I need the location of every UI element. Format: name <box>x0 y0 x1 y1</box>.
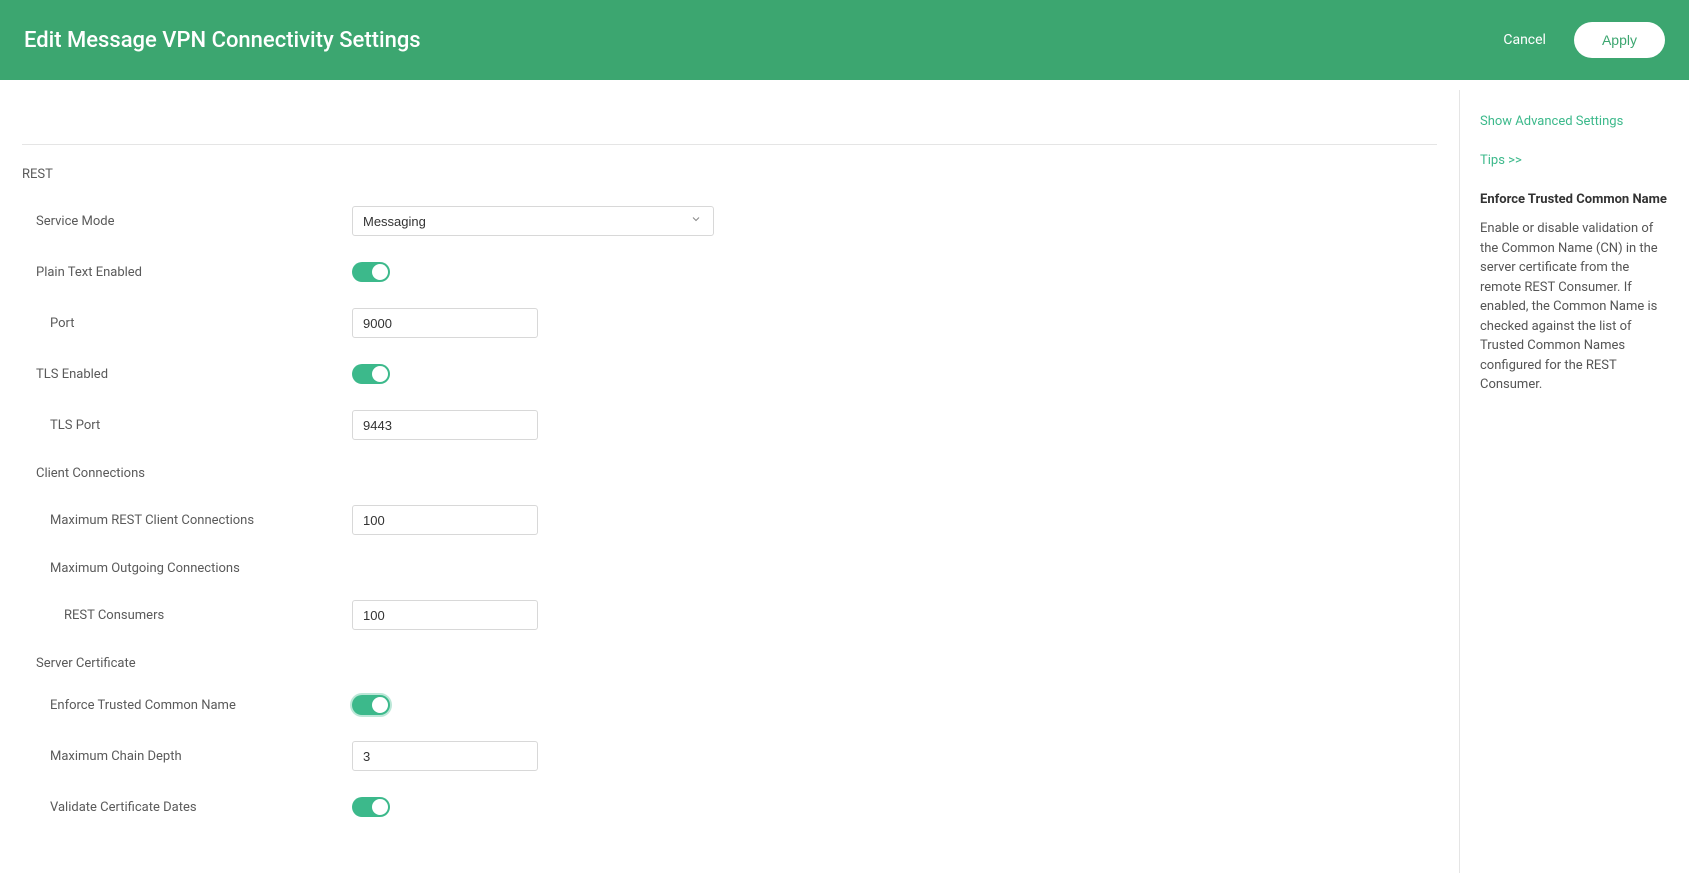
section-rest-title: REST <box>22 167 1437 182</box>
max-outgoing-label: Maximum Outgoing Connections <box>22 561 1437 576</box>
field-port: Port <box>22 308 1437 338</box>
tips-link[interactable]: Tips >> <box>1480 153 1669 168</box>
toggle-knob <box>372 264 388 280</box>
help-body: Enable or disable validation of the Comm… <box>1480 219 1669 395</box>
plain-text-enabled-toggle[interactable] <box>352 262 390 282</box>
field-validate-cert-dates: Validate Certificate Dates <box>22 797 1437 817</box>
tls-port-input[interactable] <box>352 410 538 440</box>
page-header: Edit Message VPN Connectivity Settings C… <box>0 0 1689 80</box>
cancel-button[interactable]: Cancel <box>1503 32 1546 48</box>
enforce-cn-label: Enforce Trusted Common Name <box>22 698 352 713</box>
field-enforce-cn: Enforce Trusted Common Name <box>22 695 1437 715</box>
section-divider <box>22 144 1437 145</box>
validate-cert-dates-label: Validate Certificate Dates <box>22 800 352 815</box>
field-max-rest-client: Maximum REST Client Connections <box>22 505 1437 535</box>
field-service-mode: Service Mode Messaging <box>22 206 1437 236</box>
field-rest-consumers: REST Consumers <box>22 600 1437 630</box>
field-tls-enabled: TLS Enabled <box>22 364 1437 384</box>
toggle-knob <box>372 799 388 815</box>
client-connections-label: Client Connections <box>22 466 1437 481</box>
service-mode-label: Service Mode <box>22 214 352 229</box>
toggle-knob <box>372 366 388 382</box>
rest-consumers-input[interactable] <box>352 600 538 630</box>
service-mode-select-wrap: Messaging <box>352 206 714 236</box>
max-chain-depth-input[interactable] <box>352 741 538 771</box>
tls-enabled-label: TLS Enabled <box>22 367 352 382</box>
plain-text-enabled-label: Plain Text Enabled <box>22 265 352 280</box>
side-panel: Show Advanced Settings Tips >> Enforce T… <box>1459 90 1689 873</box>
validate-cert-dates-toggle[interactable] <box>352 797 390 817</box>
server-certificate-label: Server Certificate <box>22 656 1437 671</box>
max-rest-client-label: Maximum REST Client Connections <box>22 513 352 528</box>
rest-consumers-label: REST Consumers <box>22 608 352 623</box>
max-rest-client-input[interactable] <box>352 505 538 535</box>
help-title: Enforce Trusted Common Name <box>1480 192 1669 207</box>
field-tls-port: TLS Port <box>22 410 1437 440</box>
enforce-cn-toggle[interactable] <box>352 695 390 715</box>
field-max-chain-depth: Maximum Chain Depth <box>22 741 1437 771</box>
service-mode-select[interactable]: Messaging <box>352 206 714 236</box>
content-wrapper: REST Service Mode Messaging Plain Text E… <box>0 80 1689 873</box>
header-actions: Cancel Apply <box>1503 22 1665 58</box>
port-input[interactable] <box>352 308 538 338</box>
tls-port-label: TLS Port <box>22 418 352 433</box>
toggle-knob <box>372 697 388 713</box>
max-chain-depth-label: Maximum Chain Depth <box>22 749 352 764</box>
page-title: Edit Message VPN Connectivity Settings <box>24 28 421 53</box>
apply-button[interactable]: Apply <box>1574 22 1665 58</box>
main-panel: REST Service Mode Messaging Plain Text E… <box>0 80 1459 873</box>
tls-enabled-toggle[interactable] <box>352 364 390 384</box>
port-label: Port <box>22 316 352 331</box>
scroll-spacer <box>22 80 1437 112</box>
field-plain-text-enabled: Plain Text Enabled <box>22 262 1437 282</box>
show-advanced-link[interactable]: Show Advanced Settings <box>1480 114 1669 129</box>
